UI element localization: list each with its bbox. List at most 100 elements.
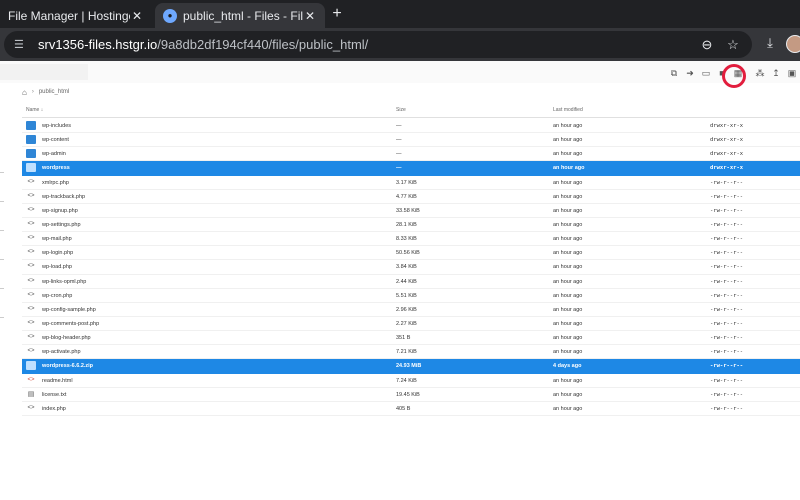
file-size: 33.58 KiB: [396, 207, 420, 214]
file-size: —: [396, 123, 402, 129]
table-row[interactable]: <> wp-blog-header.php 351 B an hour ago -rw-…: [22, 331, 800, 346]
table-row[interactable]: wordpress — an hour ago drwxr-xr-x: [22, 161, 800, 176]
file-name: wp-admin: [42, 151, 66, 158]
table-row[interactable]: <> wp-config-sample.php 2.96 KiB an hour ag…: [22, 303, 800, 317]
file-name: wordpress: [42, 165, 70, 172]
new-tab-button[interactable]: +: [330, 4, 344, 24]
tab-label: public_html - Files - File Brow: [183, 8, 303, 23]
table-row[interactable]: <> wp-activate.php 7.21 KiB an hour ago -rw-…: [22, 345, 800, 360]
file-name: wp-comments-post.php: [42, 320, 100, 327]
file-modified: 4 days ago: [553, 363, 582, 370]
code-file-icon: <>: [27, 235, 35, 242]
zoom-icon[interactable]: ⊖: [698, 37, 716, 53]
file-size: 4.77 KiB: [396, 193, 417, 200]
column-modified-header[interactable]: Last modified: [553, 107, 583, 113]
site-settings-icon[interactable]: ☰: [14, 38, 28, 51]
table-row[interactable]: <> wp-comments-post.php 2.27 KiB an hour ag…: [22, 317, 800, 332]
file-name: wp-blog-header.php: [42, 335, 91, 342]
action-bar: ⧉ ➜ ▭ ■ ▦ ⁂ ↥ ▣: [0, 61, 800, 83]
folder-icon: [26, 163, 36, 173]
file-permissions: -rw-r--r--: [710, 335, 744, 342]
table-row[interactable]: wp-includes — an hour ago drwxr-xr-x: [22, 119, 800, 134]
file-permissions: -rw-r--r--: [710, 250, 744, 257]
file-size: 28.1 KiB: [396, 221, 417, 228]
table-row[interactable]: wordpress-6.6.2.zip 24.93 MiB 4 days ago -r…: [22, 359, 800, 374]
download-icon[interactable]: ⤓: [762, 35, 778, 51]
file-name: wp-links-opml.php: [42, 278, 87, 285]
file-modified: an hour ago: [553, 221, 583, 228]
table-row[interactable]: <> xmlrpc.php 3.17 KiB an hour ago -rw-r--r-…: [22, 176, 800, 190]
table-row[interactable]: <> wp-settings.php 28.1 KiB an hour ago -rw-…: [22, 218, 800, 233]
table-row[interactable]: <> readme.html 7.24 KiB an hour ago -rw-r--r…: [22, 374, 800, 388]
bookmark-star-icon[interactable]: ☆: [724, 37, 742, 53]
tab-file-manager[interactable]: File Manager | Hostinger ✕: [0, 3, 152, 28]
rename-icon[interactable]: ▭: [698, 67, 714, 79]
file-size: 7.21 KiB: [396, 349, 417, 356]
file-modified: an hour ago: [553, 377, 583, 384]
file-name: index.php: [42, 405, 66, 412]
move-icon[interactable]: ➜: [682, 67, 698, 79]
file-permissions: -rw-r--r--: [710, 278, 744, 285]
file-name: wp-activate.php: [42, 349, 81, 356]
file-permissions: drwxr-xr-x: [710, 165, 744, 172]
file-name: wp-settings.php: [42, 221, 81, 228]
search-area[interactable]: [0, 64, 88, 80]
file-size: 19.45 KiB: [396, 391, 420, 398]
file-size: 2.27 KiB: [396, 320, 417, 327]
url-text[interactable]: srv1356-files.hstgr.io/9a8db2df194cf440/…: [38, 37, 690, 52]
close-icon[interactable]: ✕: [130, 9, 144, 23]
delete-highlight-ring: [722, 64, 746, 88]
table-row[interactable]: <> wp-signup.php 33.58 KiB an hour ago -rw-r…: [22, 204, 800, 218]
address-bar[interactable]: ☰ srv1356-files.hstgr.io/9a8db2df194cf44…: [4, 31, 752, 58]
table-row[interactable]: ▤ license.txt 19.45 KiB an hour ago -rw-r--r…: [22, 388, 800, 402]
home-icon[interactable]: ⌂: [22, 88, 27, 97]
table-row[interactable]: <> wp-links-opml.php 2.44 KiB an hour ago -r…: [22, 275, 800, 289]
file-permissions: -rw-r--r--: [710, 377, 744, 384]
code-file-icon: <>: [27, 206, 35, 213]
upload-icon[interactable]: ↥: [768, 67, 784, 79]
select-icon[interactable]: ⁂: [752, 67, 768, 79]
header-divider: [22, 117, 800, 118]
file-name: license.txt: [42, 391, 67, 398]
file-modified: an hour ago: [553, 349, 583, 356]
file-permissions: -rw-r--r--: [710, 221, 744, 228]
table-row[interactable]: wp-admin — an hour ago drwxr-xr-x: [22, 147, 800, 162]
url-path: /9a8db2df194cf440/files/public_html/: [157, 37, 369, 52]
info-icon[interactable]: ▣: [784, 67, 800, 79]
browser-tab-strip: File Manager | Hostinger ✕ ● public_html…: [0, 0, 800, 28]
table-row[interactable]: wp-content — an hour ago drwxr-xr-x: [22, 133, 800, 148]
table-row[interactable]: <> wp-mail.php 8.33 KiB an hour ago -rw-r--r…: [22, 232, 800, 247]
file-name: wp-cron.php: [42, 292, 73, 299]
table-row[interactable]: <> wp-load.php 3.84 KiB an hour ago -rw-r--r…: [22, 260, 800, 275]
file-size: 2.44 KiB: [396, 278, 417, 285]
profile-avatar[interactable]: [786, 35, 800, 53]
file-modified: an hour ago: [553, 250, 583, 257]
column-size-header[interactable]: Size: [396, 107, 406, 113]
copy-icon[interactable]: ⧉: [666, 67, 682, 79]
table-row[interactable]: <> wp-login.php 50.56 KiB an hour ago -rw-r-…: [22, 246, 800, 261]
code-file-icon: <>: [27, 178, 35, 185]
tab-label: File Manager | Hostinger: [8, 8, 130, 23]
close-icon[interactable]: ✕: [303, 9, 317, 23]
code-file-icon: <>: [27, 192, 35, 199]
code-file-icon: <>: [27, 220, 35, 227]
file-modified: an hour ago: [553, 391, 583, 398]
file-modified: an hour ago: [553, 193, 583, 200]
code-file-icon: <>: [27, 249, 35, 256]
file-permissions: -rw-r--r--: [710, 363, 744, 370]
file-permissions: -rw-r--r--: [710, 193, 744, 200]
file-name: wp-trackback.php: [42, 193, 86, 200]
folder-icon: [26, 121, 36, 130]
table-row[interactable]: <> index.php 405 B an hour ago -rw-r--r--: [22, 402, 800, 416]
code-file-icon: <>: [27, 263, 35, 270]
file-modified: an hour ago: [553, 292, 583, 299]
table-row[interactable]: <> wp-trackback.php 4.77 KiB an hour ago -rw…: [22, 190, 800, 204]
tab-public-html[interactable]: ● public_html - Files - File Brow ✕: [155, 3, 325, 28]
table-row[interactable]: <> wp-cron.php 5.51 KiB an hour ago -rw-r--r…: [22, 289, 800, 303]
file-size: 3.17 KiB: [396, 179, 417, 186]
breadcrumb-folder[interactable]: public_html: [39, 89, 69, 95]
file-permissions: -rw-r--r--: [710, 207, 744, 214]
favicon-icon: ●: [163, 8, 177, 23]
folder-icon: [26, 149, 36, 159]
column-name-header[interactable]: Name ↓: [26, 107, 43, 113]
